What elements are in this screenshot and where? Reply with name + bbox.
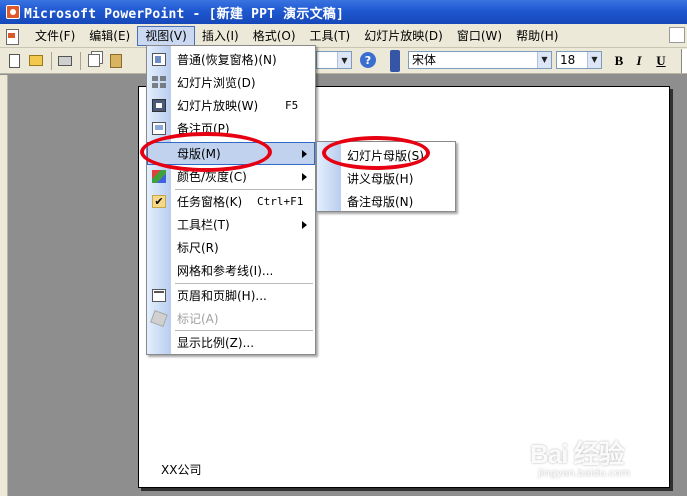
menu-item-shortcut: Ctrl+F1 — [257, 195, 304, 208]
view-menu-item-task-pane[interactable]: ✔ 任务窗格(K) Ctrl+F1 — [147, 190, 315, 213]
open-button[interactable] — [26, 51, 46, 71]
menu-tools[interactable]: 工具(T) — [303, 26, 358, 46]
menu-format[interactable]: 格式(O) — [246, 26, 303, 46]
menu-item-label: 讲义母版(H) — [347, 172, 414, 186]
zoom-combo[interactable]: ▼ — [316, 51, 352, 69]
open-folder-icon — [29, 55, 43, 66]
header-footer-icon — [152, 289, 166, 302]
submenu-arrow-icon — [302, 172, 307, 181]
menu-item-label: 工具栏(T) — [177, 218, 230, 232]
menu-bar: 文件(F) 编辑(E) 视图(V) 插入(I) 格式(O) 工具(T) 幻灯片放… — [0, 24, 687, 48]
copy-icon — [88, 54, 100, 67]
menu-item-label: 页眉和页脚(H)... — [177, 289, 267, 303]
view-menu-item-normal[interactable]: 普通(恢复窗格)(N) — [147, 48, 315, 71]
print-button[interactable] — [55, 51, 75, 71]
normal-view-icon — [152, 53, 166, 66]
close-document-icon[interactable] — [669, 27, 685, 43]
chevron-down-icon[interactable]: ▼ — [587, 52, 601, 68]
menu-item-label: 标尺(R) — [177, 241, 219, 255]
view-menu-item-slide-show[interactable]: 幻灯片放映(W) F5 — [147, 94, 315, 117]
menu-help[interactable]: 帮助(H) — [509, 26, 565, 46]
menu-file[interactable]: 文件(F) — [28, 26, 82, 46]
outline-pane[interactable] — [0, 75, 8, 496]
copy-button[interactable] — [84, 51, 104, 71]
title-bar: Microsoft PowerPoint - [新建 PPT 演示文稿] — [0, 0, 687, 24]
watermark-url: jingyan.baidu.com — [538, 468, 631, 479]
chevron-down-icon[interactable]: ▼ — [537, 52, 551, 68]
chevron-down-icon[interactable]: ▼ — [337, 52, 351, 68]
paste-icon — [110, 53, 122, 68]
italic-button[interactable]: I — [630, 52, 648, 70]
bold-button[interactable]: B — [610, 52, 628, 70]
menu-item-label: 网格和参考线(I)... — [177, 264, 274, 278]
toolbar-grip[interactable] — [390, 50, 400, 72]
menu-item-label: 备注母版(N) — [347, 195, 414, 209]
menu-item-label: 任务窗格(K) — [177, 195, 243, 209]
slide-footer-text[interactable]: XX公司 — [161, 461, 201, 478]
font-size-value: 18 — [560, 53, 576, 67]
menu-slide-show[interactable]: 幻灯片放映(D) — [357, 26, 450, 46]
view-menu-item-grid-guides[interactable]: 网格和参考线(I)... — [147, 259, 315, 282]
menu-view[interactable]: 视图(V) — [137, 25, 195, 46]
menu-item-label: 普通(恢复窗格)(N) — [177, 53, 277, 67]
notes-page-icon — [152, 122, 166, 135]
menu-insert[interactable]: 插入(I) — [195, 26, 246, 46]
font-name-select[interactable]: 宋体 ▼ — [408, 51, 552, 69]
toolbar-overflow[interactable] — [681, 49, 687, 73]
document-icon[interactable] — [4, 28, 20, 45]
annotation-ring-slide-master — [322, 136, 430, 170]
new-button[interactable] — [4, 51, 24, 71]
menu-item-label: 标记(A) — [177, 312, 219, 326]
toolbar-separator — [80, 51, 81, 70]
toolbar: ▼ ? 宋体 ▼ 18 ▼ B I U — [0, 48, 687, 74]
underline-button[interactable]: U — [652, 52, 670, 70]
toolbar-separator — [51, 51, 52, 70]
print-icon — [58, 55, 72, 66]
menu-edit[interactable]: 编辑(E) — [82, 26, 137, 46]
submenu-arrow-icon — [302, 220, 307, 229]
view-menu-item-markup: 标记(A) — [147, 307, 315, 330]
window-title: Microsoft PowerPoint - [新建 PPT 演示文稿] — [24, 6, 344, 22]
view-menu-item-slide-sorter[interactable]: 幻灯片浏览(D) — [147, 71, 315, 94]
new-file-icon — [8, 53, 20, 68]
watermark-logo: Bai 经验 — [530, 439, 625, 469]
slide-sorter-icon — [152, 76, 166, 89]
paste-button[interactable] — [106, 51, 126, 71]
font-size-select[interactable]: 18 ▼ — [556, 51, 602, 69]
view-menu-dropdown: 普通(恢复窗格)(N) 幻灯片浏览(D) 幻灯片放映(W) F5 备注页(P) … — [146, 45, 316, 355]
menu-item-label: 显示比例(Z)... — [177, 336, 255, 350]
menu-window[interactable]: 窗口(W) — [450, 26, 509, 46]
menu-item-label: 幻灯片浏览(D) — [177, 76, 256, 90]
submenu-arrow-icon — [302, 149, 307, 158]
menu-item-label: 幻灯片放映(W) — [177, 99, 259, 113]
powerpoint-app-icon[interactable] — [6, 5, 20, 19]
slide-show-icon — [152, 99, 166, 112]
menu-item-shortcut: F5 — [285, 99, 299, 112]
master-submenu-item-notes-master[interactable]: 备注母版(N) — [317, 189, 455, 212]
view-menu-item-ruler[interactable]: 标尺(R) — [147, 236, 315, 259]
view-menu-item-toolbars[interactable]: 工具栏(T) — [147, 213, 315, 236]
check-icon: ✔ — [152, 195, 166, 208]
font-name-value: 宋体 — [412, 53, 437, 67]
annotation-ring-master — [140, 132, 272, 172]
color-grayscale-icon — [152, 170, 166, 183]
view-menu-item-header-footer[interactable]: 页眉和页脚(H)... — [147, 284, 315, 307]
markup-icon — [150, 309, 168, 328]
baidu-watermark: Bai 经验 jingyan.baidu.com — [530, 434, 680, 490]
help-icon[interactable]: ? — [360, 52, 376, 68]
view-menu-item-zoom[interactable]: 显示比例(Z)... — [147, 331, 315, 354]
